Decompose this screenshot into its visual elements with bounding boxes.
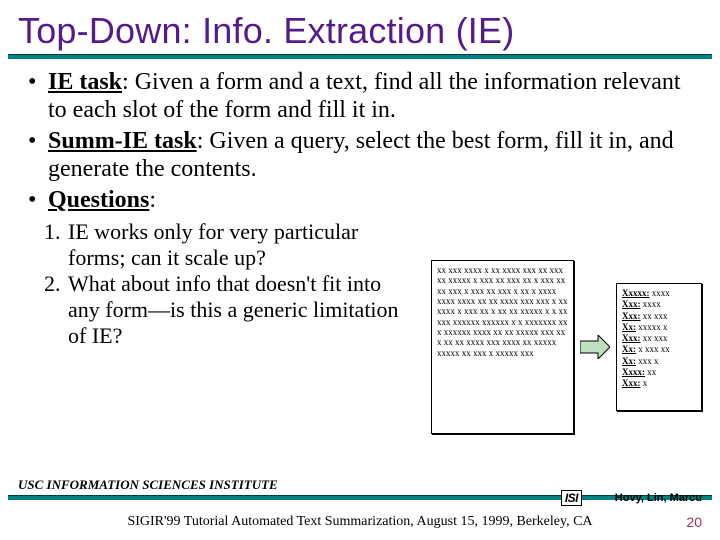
form-row: Xxxx: xx — [622, 367, 696, 378]
footer-caption: SIGIR'99 Tutorial Automated Text Summari… — [0, 514, 720, 530]
bullet-text: : — [149, 187, 156, 213]
arrow-right-icon — [580, 335, 610, 359]
form-row: Xxx: x — [622, 378, 696, 389]
bullet-term: Summ-IE task — [48, 128, 197, 154]
form-row: Xxx: xx xxx — [622, 333, 696, 344]
bullet-item: Summ-IE task: Given a query, select the … — [28, 128, 692, 183]
bullet-term: Questions — [48, 187, 149, 213]
numbered-item: What about info that doesn't fit into an… — [66, 271, 406, 349]
bullet-item: IE task: Given a form and a text, find a… — [28, 69, 692, 124]
bullet-term: IE task — [48, 69, 122, 95]
isi-logo: ISI — [561, 490, 582, 506]
numbered-item: IE works only for very particular forms;… — [66, 219, 406, 271]
footer-authors: Hovy, Lin, Marcu — [615, 492, 702, 504]
slide: Top-Down: Info. Extraction (IE) IE task:… — [0, 0, 720, 540]
bullet-item: Questions: — [28, 187, 692, 215]
numbered-list: IE works only for very particular forms;… — [66, 219, 406, 349]
side-diagram: xx xxx xxxx x xx xxxx xxx xx xxx xx xxxx… — [431, 260, 702, 434]
bullet-list: IE task: Given a form and a text, find a… — [28, 69, 692, 215]
footer-divider: ISI — [8, 495, 712, 500]
form-row: Xxx: xx xxx — [622, 311, 696, 322]
form-row: Xxx: xxxx — [622, 299, 696, 310]
slide-title: Top-Down: Info. Extraction (IE) — [0, 0, 720, 54]
page-number: 20 — [686, 514, 702, 530]
form-template-box: Xxxxx: xxxx Xxx: xxxx Xxx: xx xxx Xx: xx… — [616, 283, 702, 411]
form-row: Xx: xxx x — [622, 356, 696, 367]
footer-institute: USC INFORMATION SCIENCES INSTITUTE — [18, 477, 278, 492]
form-row: Xx: xxxxx x — [622, 322, 696, 333]
bullet-text: : Given a form and a text, find all the … — [48, 69, 681, 123]
footer-bar: USC INFORMATION SCIENCES INSTITUTE ISI — [0, 476, 720, 500]
source-document-box: xx xxx xxxx x xx xxxx xxx xx xxx xx xxxx… — [431, 260, 574, 434]
form-row: Xxxxx: xxxx — [622, 288, 696, 299]
form-row: Xx: x xxx xx — [622, 344, 696, 355]
